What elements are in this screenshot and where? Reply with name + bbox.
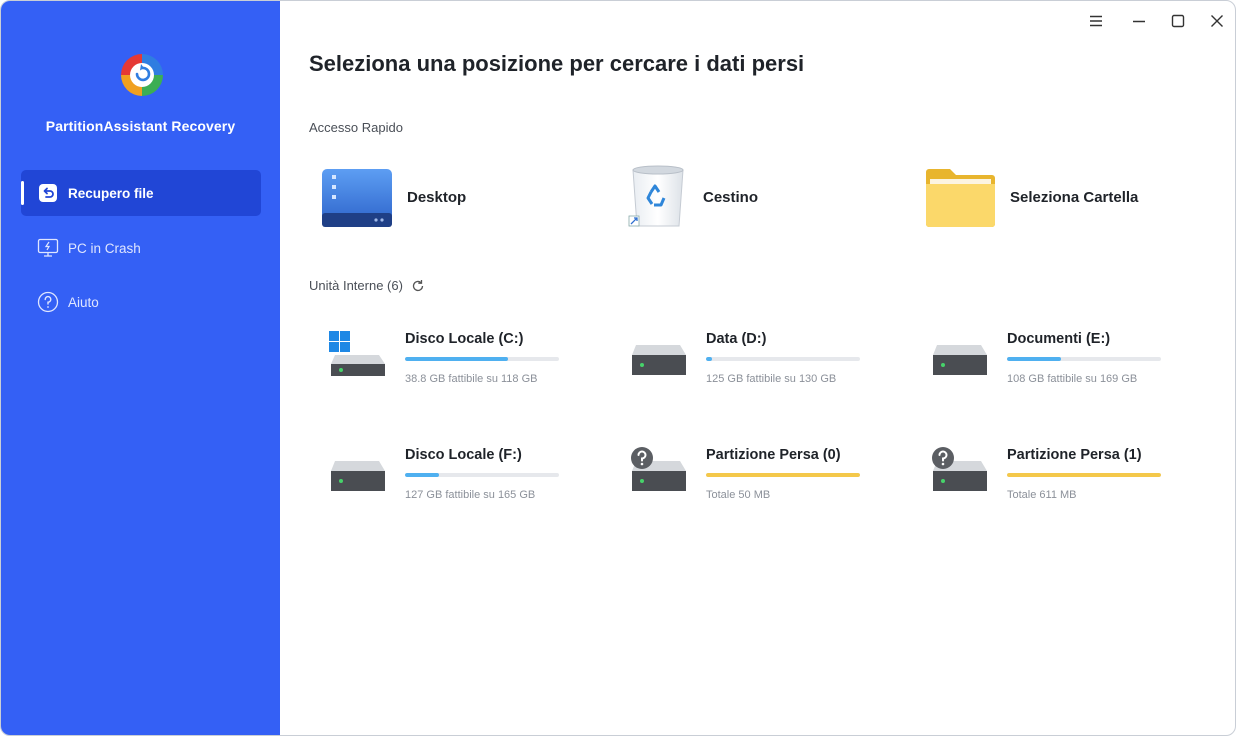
lost-partition-icon [631, 447, 686, 491]
usage-bar [1007, 357, 1161, 361]
usage-bar-fill [706, 357, 713, 361]
drive-name: Partizione Persa (1) [1007, 447, 1142, 463]
internal-drives-title: Unità Interne (6) [309, 278, 403, 293]
drive-item-f[interactable]: Disco Locale (F:) 127 GB fattibile su 16… [329, 447, 579, 527]
drive-name: Partizione Persa (0) [706, 447, 841, 463]
lost-partition-icon [932, 447, 987, 491]
folder-icon [926, 169, 995, 227]
monitor-icon [37, 237, 59, 259]
page-title: Seleziona una posizione per cercare i da… [309, 51, 805, 76]
usage-bar-fill [405, 357, 509, 361]
usage-bar [706, 473, 860, 477]
maximize-button[interactable] [1166, 10, 1190, 32]
maximize-icon [1171, 14, 1185, 28]
quick-access-cestino[interactable]: Cestino [627, 161, 758, 233]
sidebar-item-label: Recupero file [68, 185, 154, 201]
usage-bar [706, 357, 860, 361]
hard-drive-icon [933, 345, 987, 375]
drive-capacity: 125 GB fattibile su 130 GB [706, 373, 837, 385]
windows-drive-icon [329, 331, 385, 376]
drive-item-lost-1[interactable]: Partizione Persa (1) Totale 611 MB [931, 447, 1181, 527]
usage-bar [1007, 473, 1161, 477]
drive-name: Disco Locale (C:) [405, 331, 524, 347]
quick-access-desktop[interactable]: Desktop [321, 161, 466, 233]
sidebar-item-label: Aiuto [68, 294, 99, 310]
usage-bar-fill [1007, 357, 1061, 361]
hard-drive-icon [331, 461, 385, 491]
quick-access-label: Accesso Rapido [309, 120, 403, 135]
help-icon [37, 291, 59, 313]
drive-capacity: Totale 50 MB [706, 489, 771, 501]
sidebar: PartitionAssistant Recovery Recupero fil… [1, 1, 280, 735]
app-logo-icon [121, 54, 163, 96]
minimize-button[interactable] [1127, 10, 1151, 32]
drive-item-e[interactable]: Documenti (E:) 108 GB fattibile su 169 G… [931, 331, 1181, 411]
sidebar-item-label: PC in Crash [68, 240, 141, 256]
usage-bar-fill [1007, 473, 1161, 477]
app-name: PartitionAssistant Recovery [45, 118, 236, 134]
drive-item-lost-0[interactable]: Partizione Persa (0) Totale 50 MB [630, 447, 880, 527]
refresh-icon[interactable] [411, 279, 425, 293]
usage-bar-fill [706, 473, 860, 477]
sidebar-item-pc-in-crash[interactable]: PC in Crash [21, 225, 261, 271]
drive-item-d[interactable]: Data (D:) 125 GB fattibile su 130 GB [630, 331, 880, 411]
minimize-icon [1133, 20, 1145, 23]
drive-capacity: 108 GB fattibile su 169 GB [1007, 373, 1138, 385]
drive-name: Disco Locale (F:) [405, 447, 522, 463]
hard-drive-icon [632, 345, 686, 375]
quick-access-label: Seleziona Cartella [1010, 188, 1139, 206]
quick-access-seleziona-cartella[interactable]: Seleziona Cartella [924, 161, 1138, 233]
close-icon [1211, 15, 1223, 27]
drive-capacity: 127 GB fattibile su 165 GB [405, 489, 536, 501]
sidebar-item-aiuto[interactable]: Aiuto [21, 279, 261, 325]
drive-item-c[interactable]: Disco Locale (C:) 38.8 GB fattibile su 1… [329, 331, 579, 411]
desktop-icon [322, 169, 392, 227]
drive-name: Documenti (E:) [1007, 331, 1111, 347]
menu-button[interactable] [1084, 10, 1108, 32]
sidebar-item-recupero-file[interactable]: Recupero file [21, 170, 261, 216]
usage-bar [405, 473, 559, 477]
drive-capacity: 38.8 GB fattibile su 118 GB [405, 373, 538, 385]
usage-bar-fill [405, 473, 439, 477]
file-recovery-icon [37, 182, 59, 204]
quick-access-label: Desktop [407, 188, 467, 206]
drive-name: Data (D:) [706, 331, 767, 347]
internal-drives-label: Unità Interne (6) [309, 278, 425, 293]
quick-access-label: Cestino [703, 188, 759, 206]
usage-bar [405, 357, 559, 361]
close-button[interactable] [1205, 10, 1229, 32]
drive-capacity: Totale 611 MB [1007, 489, 1077, 501]
hamburger-icon [1090, 15, 1102, 27]
app-window: PartitionAssistant Recovery Recupero fil… [0, 0, 1236, 736]
recycle-bin-icon [628, 165, 684, 227]
